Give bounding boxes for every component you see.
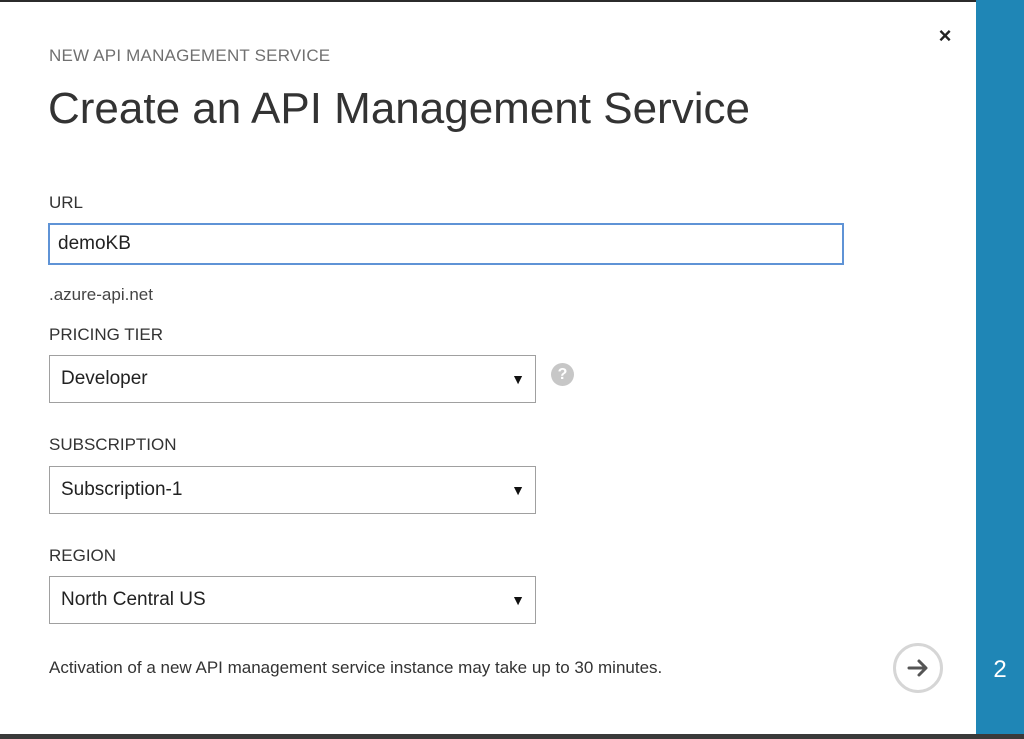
close-icon: ×	[938, 23, 952, 48]
url-domain-suffix: .azure-api.net	[49, 285, 153, 304]
close-button[interactable]: ×	[931, 22, 959, 50]
subscription-label: SUBSCRIPTION	[49, 435, 177, 454]
region-label: REGION	[49, 546, 117, 565]
chevron-down-icon: ▼	[511, 371, 525, 387]
region-value: North Central US	[61, 589, 206, 610]
url-label: URL	[49, 193, 84, 212]
next-button[interactable]	[893, 643, 943, 693]
pricing-tier-select[interactable]: Developer ▼	[49, 355, 536, 403]
step-number: 2	[993, 656, 1007, 683]
dialog-subtitle: NEW API MANAGEMENT SERVICE	[49, 46, 331, 65]
window-bottom-border	[0, 734, 1024, 739]
wizard-step-strip	[976, 0, 1024, 734]
pricing-tier-label: PRICING TIER	[49, 325, 163, 344]
chevron-down-icon: ▼	[511, 592, 525, 608]
pricing-tier-value: Developer	[61, 368, 148, 389]
activation-note: Activation of a new API management servi…	[49, 658, 663, 677]
url-input[interactable]: demoKB	[48, 223, 844, 265]
subscription-select[interactable]: Subscription-1 ▼	[49, 466, 536, 514]
subscription-value: Subscription-1	[61, 479, 183, 500]
window-top-border	[0, 0, 1024, 2]
page-title: Create an API Management Service	[48, 84, 750, 133]
chevron-down-icon: ▼	[511, 482, 525, 498]
arrow-right-icon	[907, 659, 928, 677]
help-icon[interactable]: ?	[551, 363, 574, 386]
region-select[interactable]: North Central US ▼	[49, 576, 536, 624]
url-input-value: demoKB	[58, 233, 131, 254]
